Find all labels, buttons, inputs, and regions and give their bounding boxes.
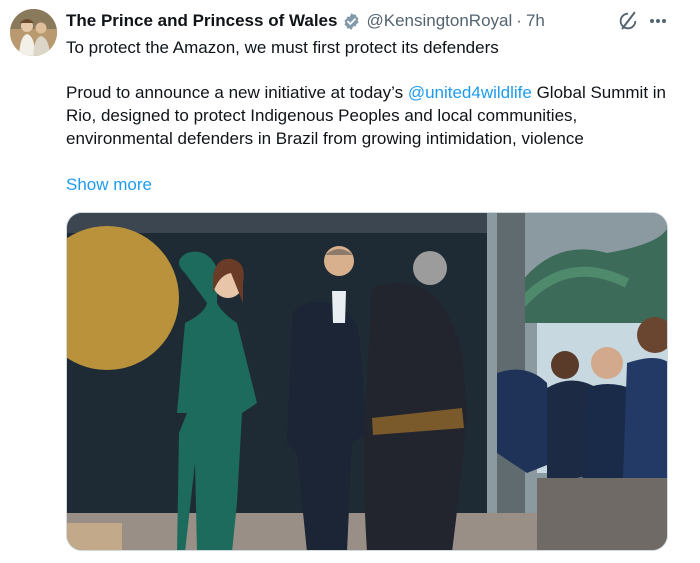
author-handle[interactable]: @KensingtonRoyal — [366, 11, 512, 31]
verified-badge-icon — [342, 12, 361, 31]
more-options-icon[interactable] — [648, 12, 668, 30]
tweet-text-headline: To protect the Amazon, we must first pro… — [66, 38, 499, 57]
timestamp[interactable]: 7h — [526, 11, 545, 31]
avatar[interactable] — [10, 9, 57, 56]
show-more-link[interactable]: Show more — [66, 175, 152, 195]
author-name[interactable]: The Prince and Princess of Wales — [66, 11, 337, 31]
tweet-text-body: Proud to announce a new initiative at to… — [66, 81, 676, 150]
tweet[interactable]: The Prince and Princess of Wales @Kensin… — [0, 0, 700, 563]
separator-dot: · — [516, 11, 522, 30]
tweet-media-photo[interactable] — [66, 212, 668, 551]
tweet-text-before-mention: Proud to announce a new initiative at to… — [66, 83, 408, 102]
grok-icon[interactable] — [617, 10, 639, 32]
mention-link[interactable]: @united4wildlife — [408, 83, 532, 102]
tweet-header: The Prince and Princess of Wales @Kensin… — [66, 10, 545, 32]
